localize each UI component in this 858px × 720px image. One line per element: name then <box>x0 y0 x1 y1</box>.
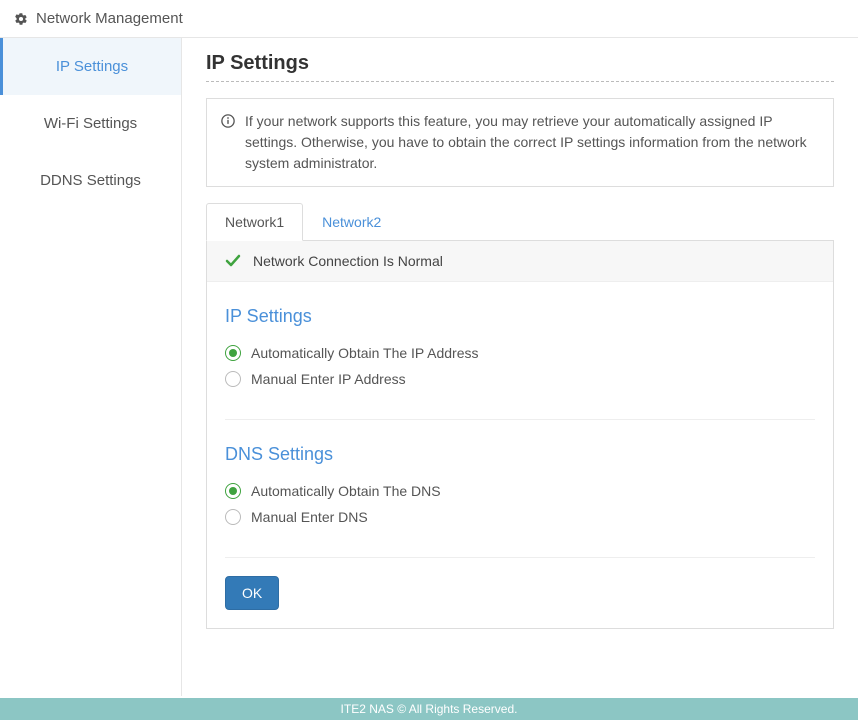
radio-ip-auto[interactable]: Automatically Obtain The IP Address <box>225 345 815 361</box>
radio-dns-manual[interactable]: Manual Enter DNS <box>225 509 815 525</box>
connection-status: Network Connection Is Normal <box>207 241 833 282</box>
page-title: IP Settings <box>206 52 834 82</box>
sidebar-item-label: IP Settings <box>56 58 128 75</box>
dns-section-title: DNS Settings <box>225 444 815 465</box>
ip-section-title: IP Settings <box>225 306 815 327</box>
radio-dns-auto[interactable]: Automatically Obtain The DNS <box>225 483 815 499</box>
tab-network1[interactable]: Network1 <box>206 203 303 241</box>
radio-label: Automatically Obtain The IP Address <box>251 345 479 361</box>
sidebar-item-label: Wi-Fi Settings <box>44 115 137 132</box>
radio-label: Automatically Obtain The DNS <box>251 483 441 499</box>
dns-settings-section: DNS Settings Automatically Obtain The DN… <box>207 420 833 539</box>
radio-icon <box>225 483 241 499</box>
info-text: If your network supports this feature, y… <box>245 111 819 174</box>
ok-button[interactable]: OK <box>225 576 279 610</box>
app-title: Network Management <box>36 10 183 27</box>
sidebar-item-wifi-settings[interactable]: Wi-Fi Settings <box>0 95 181 152</box>
info-box: If your network supports this feature, y… <box>206 98 834 187</box>
tab-network2[interactable]: Network2 <box>303 203 400 241</box>
status-text: Network Connection Is Normal <box>253 253 443 269</box>
check-icon <box>225 253 241 269</box>
sidebar: IP Settings Wi-Fi Settings DDNS Settings <box>0 38 182 696</box>
button-row: OK <box>207 558 833 628</box>
app-header: Network Management <box>0 0 858 38</box>
footer: ITE2 NAS © All Rights Reserved. <box>0 698 858 720</box>
radio-icon <box>225 371 241 387</box>
sidebar-item-ip-settings[interactable]: IP Settings <box>0 38 181 95</box>
ip-settings-section: IP Settings Automatically Obtain The IP … <box>207 282 833 401</box>
radio-label: Manual Enter IP Address <box>251 371 406 387</box>
radio-ip-manual[interactable]: Manual Enter IP Address <box>225 371 815 387</box>
sidebar-item-label: DDNS Settings <box>40 172 141 189</box>
footer-text: ITE2 NAS © All Rights Reserved. <box>341 702 518 716</box>
tab-label: Network1 <box>225 214 284 230</box>
radio-icon <box>225 345 241 361</box>
tabs: Network1 Network2 <box>206 203 834 241</box>
info-icon <box>221 113 235 127</box>
radio-label: Manual Enter DNS <box>251 509 368 525</box>
tab-label: Network2 <box>322 214 381 230</box>
gear-icon <box>14 12 28 26</box>
radio-icon <box>225 509 241 525</box>
main-layout: IP Settings Wi-Fi Settings DDNS Settings… <box>0 38 858 696</box>
content-area: IP Settings If your network supports thi… <box>182 38 858 696</box>
network-panel: Network Connection Is Normal IP Settings… <box>206 240 834 629</box>
sidebar-item-ddns-settings[interactable]: DDNS Settings <box>0 152 181 209</box>
